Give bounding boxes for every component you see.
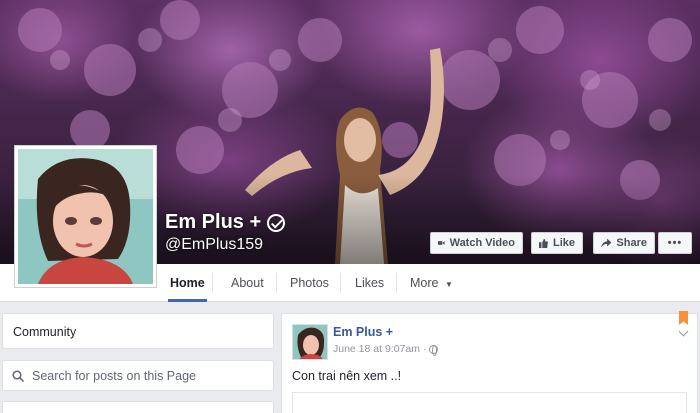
tab-photos[interactable]: Photos [290,264,329,302]
page-handle[interactable]: @EmPlus159 [165,236,263,254]
more-options-label: ••• [667,237,683,249]
tab-divider [340,273,341,293]
community-card: Community [2,313,274,349]
post-text: Con trai nên xem ..! [292,369,402,383]
share-label: Share [616,237,647,249]
like-button[interactable]: Like [531,232,583,254]
page-name-text[interactable]: Em Plus + [165,211,261,234]
tab-about[interactable]: About [231,264,264,302]
share-button[interactable]: Share [593,232,655,254]
sidebar-card [2,401,274,413]
more-options-button[interactable]: ••• [658,232,692,254]
page-post-search[interactable]: Search for posts on this Page [2,360,274,391]
post-attachment[interactable] [292,392,687,413]
share-arrow-icon [601,238,612,248]
like-label: Like [552,237,575,249]
verified-icon [267,213,286,232]
chevron-down-icon[interactable] [678,326,689,337]
profile-picture[interactable] [14,145,157,288]
search-input[interactable]: Search for posts on this Page [32,369,196,383]
bookmark-icon [679,311,688,325]
tab-more[interactable]: More ▼ [410,264,453,302]
profile-avatar-illustration [18,149,153,284]
tab-divider [212,273,213,293]
post-author-avatar[interactable] [292,324,328,360]
watch-video-label: Watch Video [449,237,515,249]
post-author-name[interactable]: Em Plus + [333,325,393,339]
tab-likes[interactable]: Likes [355,264,384,302]
video-icon [438,241,445,245]
post-card: Em Plus + June 18 at 9:07am · Con trai n… [281,311,698,413]
page-name[interactable]: Em Plus + [165,211,286,234]
tab-divider [276,273,277,293]
tab-home[interactable]: Home [168,264,207,302]
post-timestamp[interactable]: June 18 at 9:07am [333,343,420,355]
post-avatar-illustration [293,325,327,359]
dropdown-caret-icon: ▼ [444,280,453,289]
tab-divider [396,273,397,293]
watch-video-button[interactable]: Watch Video [430,232,523,254]
globe-icon [429,344,439,356]
meta-separator: · [422,343,427,355]
search-icon [12,369,24,382]
thumbs-up-icon [539,238,548,248]
tab-more-label: More [410,276,439,290]
post-meta: June 18 at 9:07am · [333,343,439,356]
community-title[interactable]: Community [13,325,76,339]
